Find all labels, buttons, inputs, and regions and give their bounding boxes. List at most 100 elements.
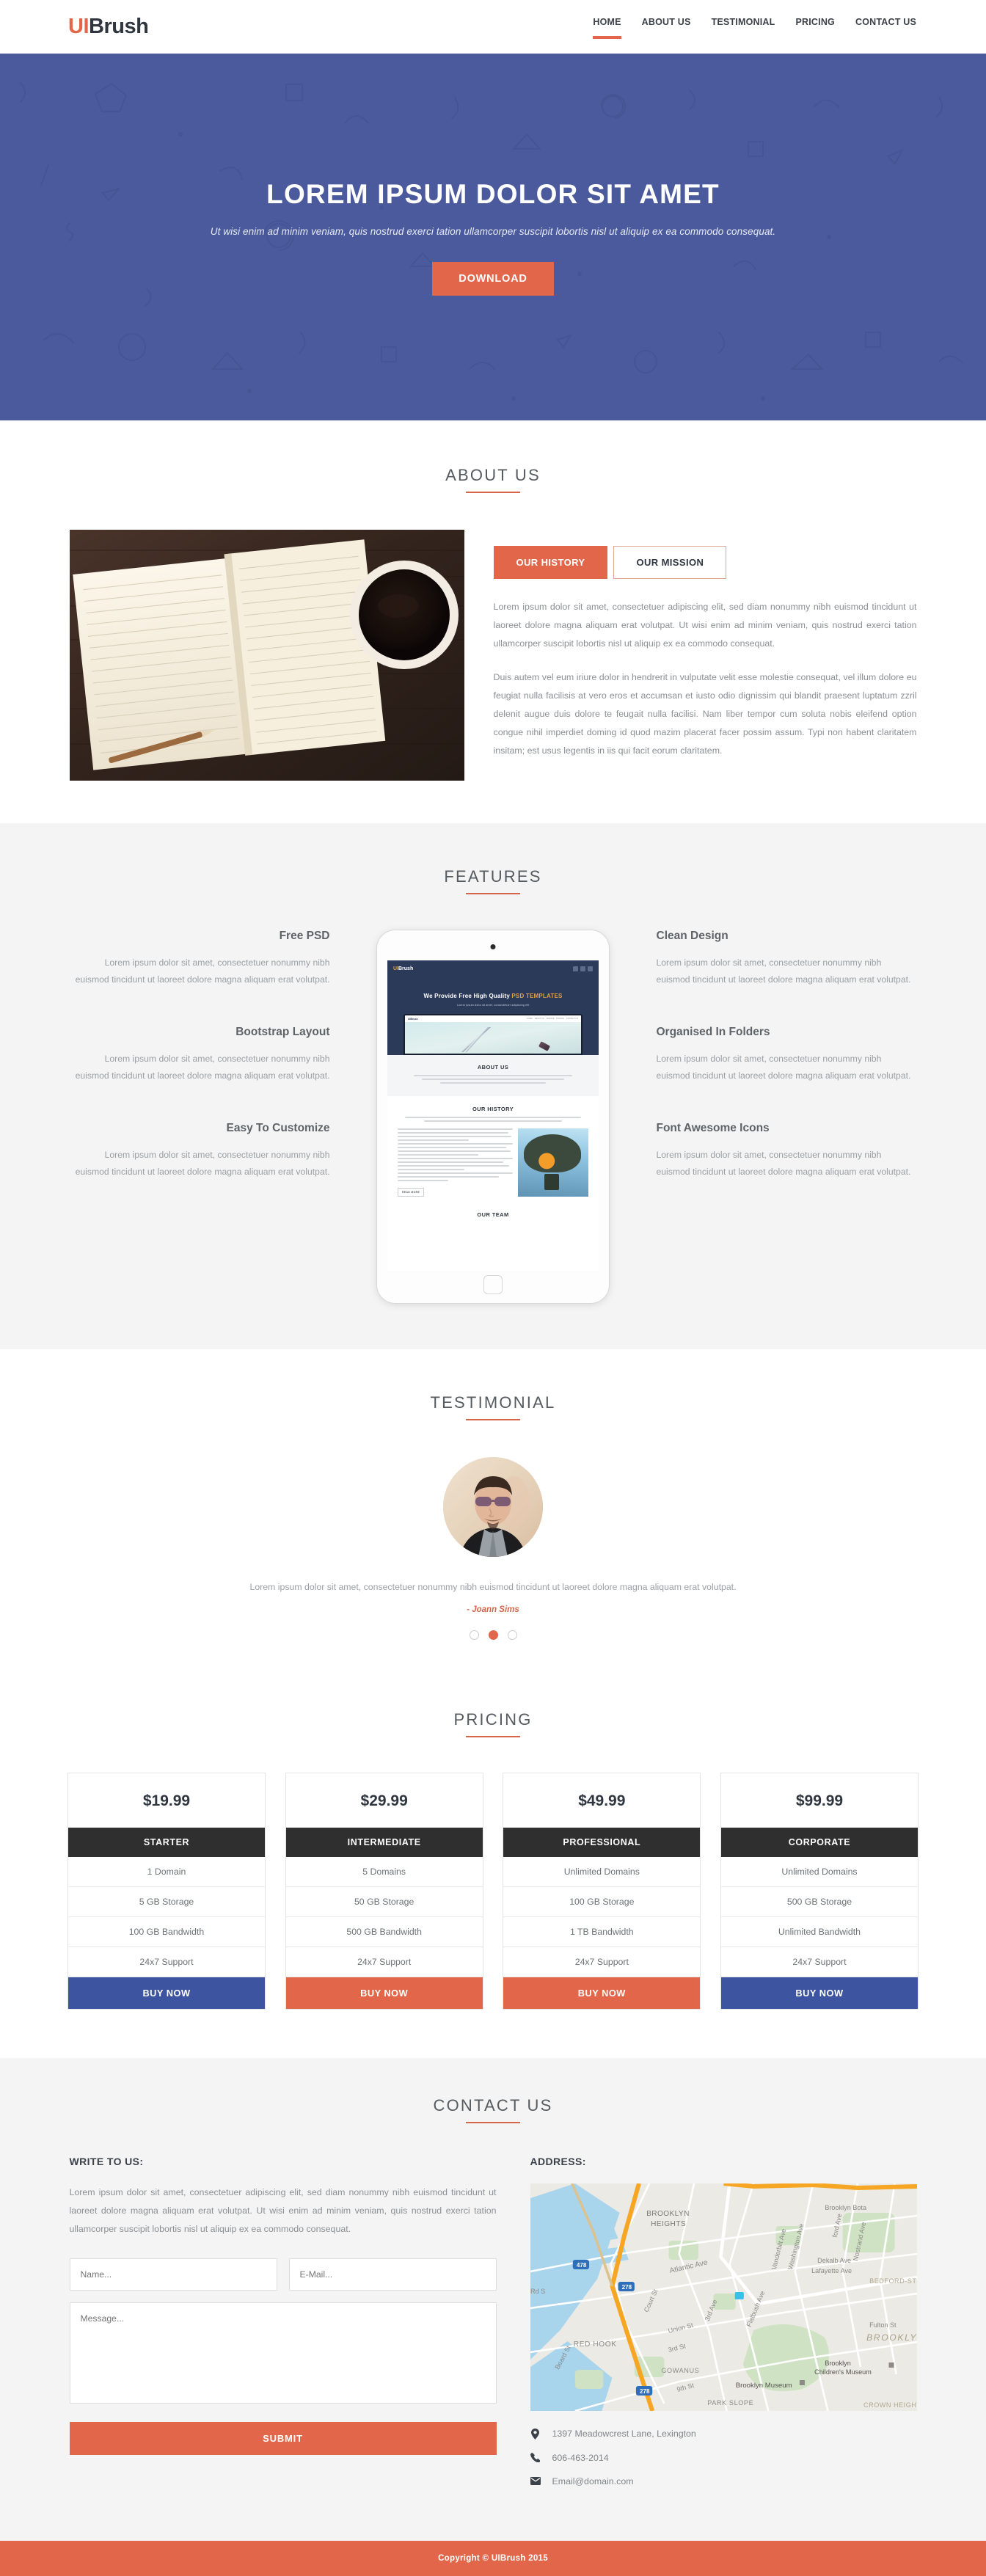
testimonial-title: TESTIMONIAL (431, 1393, 556, 1420)
email-text: Email@domain.com (552, 2475, 634, 2486)
plan-feature: 5 GB Storage (68, 1887, 265, 1917)
text-line (414, 1075, 572, 1076)
address-label: ADDRESS: (530, 2155, 586, 2167)
address-column: ADDRESS: BROOKLYN HEIGHTS Atlantic Ave C… (530, 2156, 917, 2500)
plan-price: $99.99 (795, 1792, 844, 1809)
facebook-icon (573, 966, 578, 971)
mockup-inner-nav-pricing: PRICING (556, 1018, 564, 1020)
text-line (398, 1136, 512, 1137)
plan-feature: 500 GB Storage (720, 1887, 918, 1917)
svg-text:Brooklyn Bota: Brooklyn Bota (825, 2204, 867, 2211)
pricing-heading: PRICING (0, 1710, 986, 1737)
tab-our-history[interactable]: OUR HISTORY (493, 546, 608, 579)
about-paragraph-2: Duis autem vel eum iriure dolor in hendr… (493, 671, 917, 756)
feather-illustration (461, 1027, 491, 1052)
text-line (398, 1128, 513, 1130)
feature-free-psd: Free PSD Lorem ipsum dolor sit amet, con… (70, 930, 330, 988)
text-line (398, 1165, 510, 1167)
mockup-inner-device: UIBrush HOME ABOUT US SERVICE PRICING CO… (403, 1014, 583, 1055)
feature-text: Lorem ipsum dolor sit amet, consectetuer… (656, 957, 911, 985)
message-textarea[interactable] (69, 2302, 497, 2404)
tablet-home-button[interactable] (483, 1275, 503, 1294)
tab-our-mission[interactable]: OUR MISSION (613, 546, 727, 579)
carousel-dot-2[interactable] (488, 1630, 498, 1640)
instagram-icon (588, 966, 593, 971)
nav-item-testimonial[interactable]: TESTIMONIAL (712, 17, 775, 39)
feature-font-awesome-icons: Font Awesome Icons Lorem ipsum dolor sit… (657, 1122, 917, 1180)
buy-now-button-intermediate[interactable]: BUY NOW (285, 1977, 483, 2009)
mockup-logo-prefix: UI (393, 966, 398, 971)
location-map[interactable]: BROOKLYN HEIGHTS Atlantic Ave Court St U… (530, 2183, 917, 2411)
testimonial-quote: Lorem ipsum dolor sit amet, consectetuer… (249, 1582, 737, 1592)
nav-item-pricing[interactable]: PRICING (795, 17, 835, 39)
buy-now-button-professional[interactable]: BUY NOW (503, 1977, 701, 2009)
name-input[interactable] (69, 2258, 277, 2291)
email-input[interactable] (288, 2258, 497, 2291)
plan-feature: 1 TB Bandwidth (503, 1917, 701, 1947)
svg-text:Fulton St: Fulton St (869, 2321, 896, 2329)
site-footer: Copyright © UIBrush 2015 (0, 2540, 986, 2576)
buy-now-button-starter[interactable]: BUY NOW (68, 1977, 265, 2009)
buy-now-button-corporate[interactable]: BUY NOW (720, 1977, 918, 2009)
testimonial-avatar (443, 1457, 543, 1557)
carousel-dot-1[interactable] (469, 1630, 479, 1640)
pricing-card-starter: $19.99 STARTER 1 Domain 5 GB Storage 100… (67, 1772, 266, 2010)
svg-text:RED HOOK: RED HOOK (573, 2340, 616, 2349)
svg-text:BROOKLYN: BROOKLYN (646, 2210, 690, 2218)
contact-paragraph: Lorem ipsum dolor sit amet, consectetuer… (69, 2186, 497, 2234)
nav-item-contact-us[interactable]: CONTACT US (855, 17, 916, 39)
svg-text:478: 478 (576, 2262, 586, 2269)
hero-title: LOREM IPSUM DOLOR SIT AMET (266, 178, 720, 209)
notebook-photo (69, 530, 464, 781)
mockup-history-intro (398, 1117, 588, 1122)
pricing-title: PRICING (453, 1710, 532, 1737)
nav-item-home[interactable]: HOME (593, 17, 621, 39)
about-content: OUR HISTORY OUR MISSION Lorem ipsum dolo… (493, 530, 917, 781)
mockup-history-title: OUR HISTORY (472, 1106, 514, 1112)
nav-item-about-us[interactable]: ABOUT US (642, 17, 691, 39)
contact-section: CONTACT US WRITE TO US: Lorem ipsum dolo… (0, 2057, 986, 2541)
plan-feature: Unlimited Bandwidth (720, 1917, 918, 1947)
mockup-inner-nav: HOME ABOUT US SERVICE PRICING CONTACT US (527, 1018, 578, 1020)
text-line (398, 1150, 511, 1152)
mockup-read-more-button[interactable]: READ MORE (398, 1188, 425, 1197)
svg-text:278: 278 (639, 2388, 649, 2395)
plan-feature: 24x7 Support (503, 1947, 701, 1977)
carousel-dot-3[interactable] (507, 1630, 517, 1640)
text-line (421, 1079, 565, 1080)
svg-text:Rd S: Rd S (530, 2288, 545, 2295)
text-line (405, 1117, 581, 1118)
site-logo[interactable]: UIBrush (68, 15, 149, 39)
mockup-hero-title-plain: We Provide Free High Quality (423, 993, 512, 999)
mockup-inner-navbar: UIBrush HOME ABOUT US SERVICE PRICING CO… (405, 1015, 581, 1022)
text-line (424, 1120, 562, 1122)
mockup-history-block: OUR HISTORY READ MORE (387, 1096, 599, 1204)
mockup-inner-nav-home: HOME (527, 1018, 533, 1020)
site-header: UIBrush HOME ABOUT US TESTIMONIAL PRICIN… (0, 0, 986, 54)
plan-feature: 24x7 Support (285, 1947, 483, 1977)
download-button[interactable]: DOWNLOAD (432, 261, 554, 296)
svg-text:BEDFORD-STUY: BEDFORD-STUY (869, 2277, 917, 2285)
plan-feature: 500 GB Bandwidth (285, 1917, 483, 1947)
address-row-phone: 606-463-2014 (530, 2453, 917, 2463)
text-line (398, 1180, 449, 1181)
testimonial-carousel-dots (0, 1630, 986, 1640)
feature-title: Free PSD (279, 930, 330, 942)
tablet-screen: UIBrush We Provide Free High Quality PSD… (387, 960, 599, 1271)
mockup-inner-nav-about: ABOUT US (534, 1018, 544, 1020)
mockup-about-block: ABOUT US (387, 1055, 599, 1096)
plan-price: $19.99 (142, 1792, 191, 1809)
pricing-card-professional: $49.99 PROFESSIONAL Unlimited Domains 10… (503, 1772, 701, 2010)
envelope-icon (530, 2477, 541, 2486)
submit-button[interactable]: SUBMIT (69, 2422, 497, 2456)
mockup-inner-nav-contact: CONTACT US (566, 1018, 578, 1020)
mockup-logo-suffix: Brush (398, 966, 414, 971)
mockup-hero-title: We Provide Free High Quality PSD TEMPLAT… (393, 993, 593, 999)
plan-price: $29.99 (360, 1792, 408, 1809)
feature-text: Lorem ipsum dolor sit amet, consectetuer… (75, 1054, 330, 1081)
text-line (398, 1132, 508, 1134)
plan-feature: 1 Domain (68, 1857, 265, 1887)
twitter-icon (580, 966, 585, 971)
text-line (440, 1082, 546, 1084)
map-graphic: BROOKLYN HEIGHTS Atlantic Ave Court St U… (530, 2183, 917, 2411)
